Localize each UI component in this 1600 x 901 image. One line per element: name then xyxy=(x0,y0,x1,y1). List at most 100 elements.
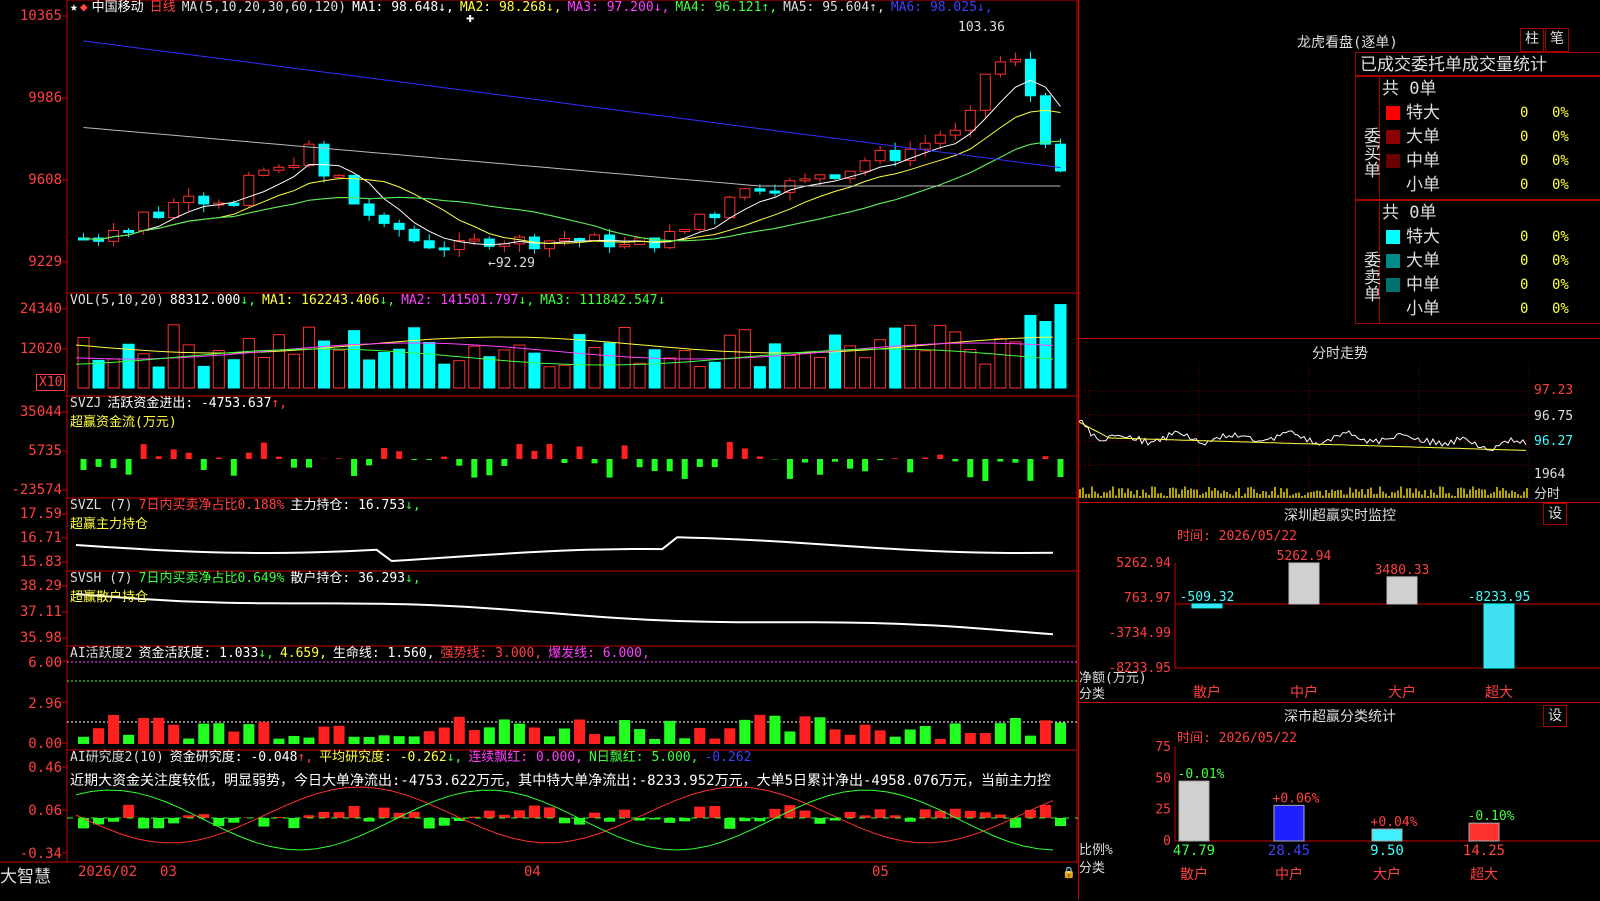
order-row: 小单00% xyxy=(1380,297,1600,321)
active-bar xyxy=(589,734,600,744)
candle-body xyxy=(424,241,434,248)
intraday-volume-bar xyxy=(1211,491,1213,499)
trade-stats-tab[interactable]: 已成交委托单成交量统计 xyxy=(1355,52,1600,76)
active-bar xyxy=(905,729,916,744)
color-swatch xyxy=(1386,254,1400,268)
class-category-label: 大户 xyxy=(1373,866,1401,883)
volume-bar xyxy=(349,331,360,388)
intraday-volume-bar xyxy=(1277,495,1279,498)
intraday-volume-bar xyxy=(1337,490,1339,498)
svzj-bar xyxy=(171,449,177,459)
volume-bar xyxy=(484,357,495,388)
svsh-label: SVSH (7) xyxy=(70,571,133,586)
period-label[interactable]: 日线 xyxy=(150,0,176,15)
active-bar xyxy=(364,737,375,744)
bullet-icon: ◆ xyxy=(80,0,88,15)
intraday-title: 分时走势 xyxy=(1079,343,1600,363)
candle-body xyxy=(484,239,494,246)
class-value-label: 47.79 xyxy=(1173,843,1215,859)
intraday-volume-bar xyxy=(1391,492,1393,498)
order-row: 特大00% xyxy=(1380,225,1600,249)
sz-category-label: 大户 xyxy=(1388,684,1416,701)
bar-view-button[interactable]: 柱 xyxy=(1520,28,1544,52)
price-tick: 9608 xyxy=(0,172,62,188)
research-bar xyxy=(318,812,329,818)
intraday-volume-bar xyxy=(1307,493,1309,499)
class-x-label: 分类 xyxy=(1079,857,1105,876)
volume-bar xyxy=(559,365,570,388)
volume-bar xyxy=(604,343,615,388)
volume-bar xyxy=(905,325,916,388)
svsh-line xyxy=(76,594,1053,634)
sz-bar-label: 3480.33 xyxy=(1375,563,1430,578)
volume-bar xyxy=(1010,342,1021,388)
order-row: 中单00% xyxy=(1380,273,1600,297)
intraday-section[interactable]: 分时走势 97.23 96.75 96.27 1964 分时 xyxy=(1079,338,1600,503)
class-axis-label: 75 xyxy=(1155,740,1171,755)
volume-bar xyxy=(514,345,525,388)
intraday-volume-tick: 1964 xyxy=(1534,467,1565,482)
intraday-volume-bar xyxy=(1502,488,1504,498)
intraday-volume-bar xyxy=(1442,487,1444,498)
stock-name[interactable]: 中国移动 xyxy=(92,0,144,15)
price-tick: 9986 xyxy=(0,90,62,106)
svzl-subtitle: 超赢主力持仓 xyxy=(70,513,148,532)
candle-body xyxy=(620,245,630,247)
research-bar xyxy=(709,806,720,818)
research-bar xyxy=(799,811,810,818)
intraday-volume-bar xyxy=(1403,496,1405,499)
intraday-volume-bar xyxy=(1268,495,1270,498)
research-bar xyxy=(920,809,931,818)
volume-bar xyxy=(1040,322,1051,388)
volume-bar xyxy=(814,358,825,388)
class-bar xyxy=(1469,823,1499,841)
volume-bar xyxy=(379,353,390,388)
volume-bar xyxy=(123,344,134,388)
main-chart-area[interactable]: 10365 9986 9608 9229 ★◆中国移动日线MA(5,10,20,… xyxy=(0,0,1078,900)
intraday-volume-bar xyxy=(1259,494,1261,498)
intraday-volume-bar xyxy=(1178,494,1180,498)
intraday-volume-bar xyxy=(1253,489,1255,498)
volume-bar xyxy=(574,335,585,388)
tick-view-button[interactable]: 笔 xyxy=(1545,28,1569,52)
ma-line xyxy=(84,41,1061,168)
candle-body xyxy=(334,175,344,177)
intraday-volume-bar xyxy=(1487,495,1489,498)
ai-active-tick: 6.00 xyxy=(0,655,62,671)
svzj-bar xyxy=(336,458,342,459)
volume-bar xyxy=(228,360,239,388)
svzj-bar xyxy=(546,444,552,459)
crosshair-icon: ✚ xyxy=(466,10,474,26)
intraday-volume-bar xyxy=(1214,488,1216,498)
order-type: 中单 xyxy=(1406,273,1440,297)
intraday-volume-bar xyxy=(1235,492,1237,499)
intraday-chart[interactable] xyxy=(1079,363,1600,503)
intraday-volume-bar xyxy=(1220,494,1222,499)
intraday-volume-bar xyxy=(1445,494,1447,499)
candle-body xyxy=(379,215,389,223)
lock-icon[interactable]: 🔒 xyxy=(1062,866,1076,879)
intraday-volume-bar xyxy=(1301,496,1303,498)
active-bar xyxy=(1040,720,1051,744)
order-row: 中单00% xyxy=(1380,149,1600,173)
volume-bar xyxy=(394,349,405,388)
svsh-tick: 38.29 xyxy=(0,578,62,594)
volume-bar xyxy=(183,345,194,388)
active-bar xyxy=(814,717,825,744)
volume-bar xyxy=(153,367,164,388)
star-icon[interactable]: ★ xyxy=(70,0,78,15)
order-pct: 0% xyxy=(1552,249,1569,273)
volume-bar xyxy=(830,335,841,388)
candle-body xyxy=(695,214,705,229)
intraday-volume-bar xyxy=(1460,488,1462,499)
intraday-volume-bar xyxy=(1340,490,1342,498)
active-bar xyxy=(694,728,705,744)
svzj-bar xyxy=(531,451,537,459)
active-bar xyxy=(409,736,420,744)
volume-bar xyxy=(920,351,931,388)
sell-orders-box: 委卖单 共 0单 特大00%大单00%中单00%小单00% xyxy=(1355,200,1600,324)
ai-research-note: 近期大资金关注度较低，明显弱势，今日大单净流出:-4753.622万元，其中特大… xyxy=(70,770,1075,790)
ai-active-v1: 资金活跃度: 1.033 xyxy=(138,646,258,661)
ai-research-v4: N日飘红: 5.000, xyxy=(589,750,698,765)
sell-total: 共 0单 xyxy=(1380,201,1600,225)
